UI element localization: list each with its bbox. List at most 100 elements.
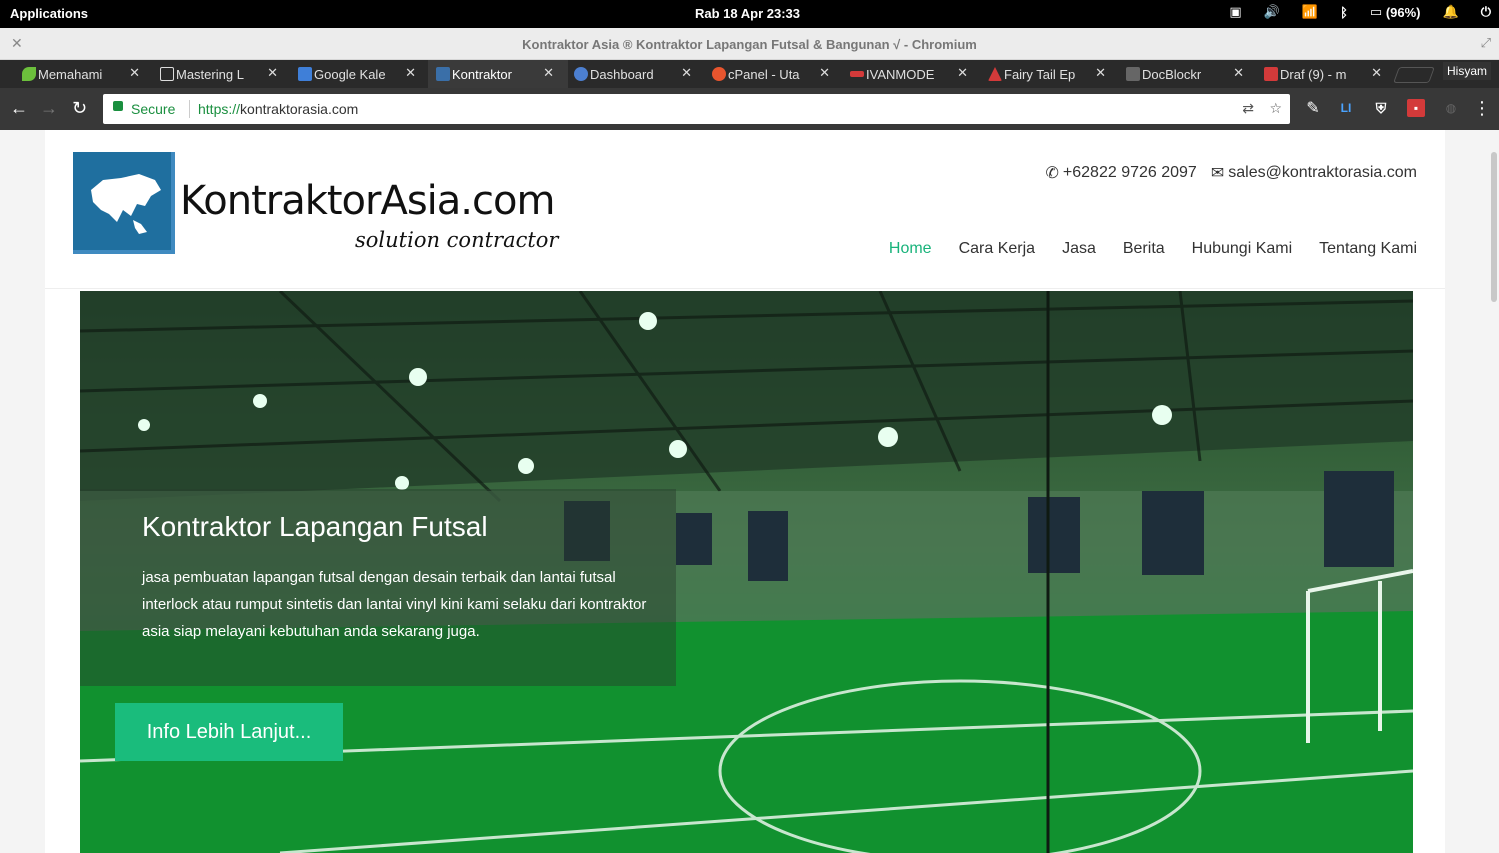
- tab-favicon-icon: [712, 67, 726, 81]
- new-tab-button[interactable]: [1393, 67, 1435, 83]
- tab-label: Kontraktor: [452, 66, 512, 82]
- hero-title: Kontraktor Lapangan Futsal: [142, 511, 488, 542]
- reload-icon[interactable]: ↻: [72, 98, 87, 119]
- site-tagline: solution contractor: [355, 228, 559, 252]
- phone-icon: ✆: [1045, 165, 1059, 182]
- browser-tab[interactable]: DocBlockr ✕: [1118, 60, 1258, 88]
- pen-extension-icon[interactable]: ✎: [1304, 99, 1322, 117]
- url-text[interactable]: https://kontraktorasia.com: [198, 101, 358, 117]
- browser-tab[interactable]: cPanel - Uta ✕: [704, 60, 844, 88]
- browser-toolbar: ← → ↻ Secure https://kontraktorasia.com …: [0, 88, 1499, 130]
- li-extension-icon[interactable]: LI: [1337, 99, 1355, 117]
- translate-icon[interactable]: ⇄: [1242, 100, 1254, 117]
- tab-close-icon[interactable]: ✕: [267, 65, 278, 81]
- site-container: KontraktorAsia.com solution contractor ✆…: [45, 130, 1445, 853]
- tab-close-icon[interactable]: ✕: [819, 65, 830, 81]
- address-separator: [189, 100, 190, 118]
- tab-close-icon[interactable]: ✕: [543, 65, 554, 81]
- gray-extension-icon[interactable]: ◍: [1442, 99, 1460, 117]
- nav-home[interactable]: Home: [889, 240, 932, 258]
- tab-close-icon[interactable]: ✕: [681, 65, 692, 81]
- profile-button[interactable]: Hisyam: [1442, 62, 1491, 80]
- tab-favicon-icon: [436, 67, 450, 81]
- window-maximize-icon[interactable]: ⤢: [1481, 35, 1491, 51]
- nav-cara-kerja[interactable]: Cara Kerja: [959, 240, 1035, 258]
- info-more-button[interactable]: Info Lebih Lanjut...: [115, 703, 343, 761]
- tab-favicon-icon: [574, 67, 588, 81]
- tab-label: IVANMODE: [866, 66, 935, 82]
- battery-percent: (96%): [1385, 4, 1421, 20]
- back-arrow-icon[interactable]: ←: [10, 98, 28, 119]
- clock[interactable]: Rab 18 Apr 23:33: [695, 6, 800, 21]
- applications-menu[interactable]: Applications: [10, 6, 88, 21]
- browser-tab[interactable]: Dashboard ✕: [566, 60, 706, 88]
- bookmark-star-icon[interactable]: ☆: [1269, 100, 1282, 117]
- url-host: kontraktorasia.com: [240, 101, 359, 117]
- tab-favicon-icon: [1126, 67, 1140, 81]
- site-logo-text[interactable]: KontraktorAsia.com: [180, 178, 555, 224]
- notification-bell-icon[interactable]: 🔔: [1443, 4, 1459, 20]
- wifi-icon[interactable]: 📶: [1302, 4, 1318, 20]
- asia-map-logo-icon[interactable]: [73, 152, 175, 254]
- tab-favicon-icon: [988, 67, 1002, 81]
- tab-label: Google Kale: [314, 66, 386, 82]
- tab-label: cPanel - Uta: [728, 66, 800, 82]
- tab-close-icon[interactable]: ✕: [1233, 65, 1244, 81]
- email-contact[interactable]: ✉ sales@kontraktorasia.com: [1211, 163, 1417, 183]
- system-top-bar: Applications Rab 18 Apr 23:33 ▣ 🔊 📶 ᛒ ▭ …: [0, 0, 1499, 28]
- phone-contact[interactable]: ✆ +62822 9726 2097: [1046, 163, 1197, 183]
- tab-close-icon[interactable]: ✕: [1095, 65, 1106, 81]
- nav-hubungi-kami[interactable]: Hubungi Kami: [1192, 240, 1293, 258]
- browser-tab-active[interactable]: Kontraktor ✕: [428, 60, 568, 88]
- window-titlebar: ✕ Kontraktor Asia ® Kontraktor Lapangan …: [0, 28, 1499, 60]
- power-icon[interactable]: ⏻: [1481, 4, 1491, 20]
- lock-icon: [113, 101, 123, 111]
- tab-close-icon[interactable]: ✕: [1371, 65, 1382, 81]
- red-extension-icon[interactable]: ▪: [1407, 99, 1425, 117]
- phone-number: +62822 9726 2097: [1062, 164, 1197, 181]
- browser-tab[interactable]: Mastering L ✕: [152, 60, 292, 88]
- tab-strip: Memahami ✕ Mastering L ✕ Google Kale ✕ K…: [0, 60, 1499, 88]
- browser-menu-icon[interactable]: ⋮: [1473, 98, 1491, 119]
- tab-label: Fairy Tail Ep: [1004, 66, 1076, 82]
- tab-close-icon[interactable]: ✕: [957, 65, 968, 81]
- tab-label: Mastering L: [176, 66, 244, 82]
- window-title: Kontraktor Asia ® Kontraktor Lapangan Fu…: [522, 37, 977, 52]
- hero-description: jasa pembuatan lapangan futsal dengan de…: [142, 569, 647, 640]
- main-navigation: Home Cara Kerja Jasa Berita Hubungi Kami…: [889, 240, 1417, 258]
- browser-tab[interactable]: IVANMODE ✕: [842, 60, 982, 88]
- bluetooth-icon[interactable]: ᛒ: [1340, 5, 1348, 20]
- address-bar[interactable]: Secure https://kontraktorasia.com ⇄ ☆: [103, 94, 1290, 124]
- scrollbar-thumb[interactable]: [1491, 152, 1497, 302]
- shield-extension-icon[interactable]: ⛨: [1372, 99, 1390, 117]
- web-page: KontraktorAsia.com solution contractor ✆…: [0, 130, 1499, 853]
- tab-close-icon[interactable]: ✕: [129, 65, 140, 81]
- nav-tentang-kami[interactable]: Tentang Kami: [1319, 240, 1417, 258]
- forward-arrow-icon[interactable]: →: [40, 98, 58, 119]
- browser-tab[interactable]: Memahami ✕: [14, 60, 154, 88]
- browser-tab[interactable]: Draf (9) - m ✕: [1256, 60, 1396, 88]
- system-tray: ▣ 🔊 📶 ᛒ ▭ (96%) 🔔 ⏻: [1229, 4, 1491, 20]
- url-protocol: https://: [198, 101, 241, 117]
- tab-favicon-icon: [298, 67, 312, 81]
- tab-label: Dashboard: [590, 66, 654, 82]
- screen-icon[interactable]: ▣: [1229, 4, 1241, 20]
- tab-label: DocBlockr: [1142, 66, 1202, 82]
- tab-close-icon[interactable]: ✕: [405, 65, 416, 81]
- hero-slider: Kontraktor Lapangan Futsal jasa pembuata…: [80, 291, 1413, 853]
- nav-berita[interactable]: Berita: [1123, 240, 1165, 258]
- page-scrollbar[interactable]: [1489, 130, 1499, 853]
- browser-tab[interactable]: Google Kale ✕: [290, 60, 430, 88]
- header-divider: [45, 288, 1445, 289]
- battery-icon: ▭: [1369, 4, 1383, 19]
- tab-favicon-icon: [160, 67, 174, 81]
- tab-label: Memahami: [38, 66, 103, 82]
- email-address: sales@kontraktorasia.com: [1228, 164, 1417, 181]
- battery-indicator[interactable]: ▭ (96%): [1370, 4, 1421, 20]
- tab-favicon-icon: [850, 71, 864, 77]
- nav-jasa[interactable]: Jasa: [1062, 240, 1096, 258]
- browser-tab[interactable]: Fairy Tail Ep ✕: [980, 60, 1120, 88]
- tab-favicon-icon: [22, 67, 36, 81]
- secure-label: Secure: [131, 101, 176, 117]
- volume-icon[interactable]: 🔊: [1264, 4, 1280, 20]
